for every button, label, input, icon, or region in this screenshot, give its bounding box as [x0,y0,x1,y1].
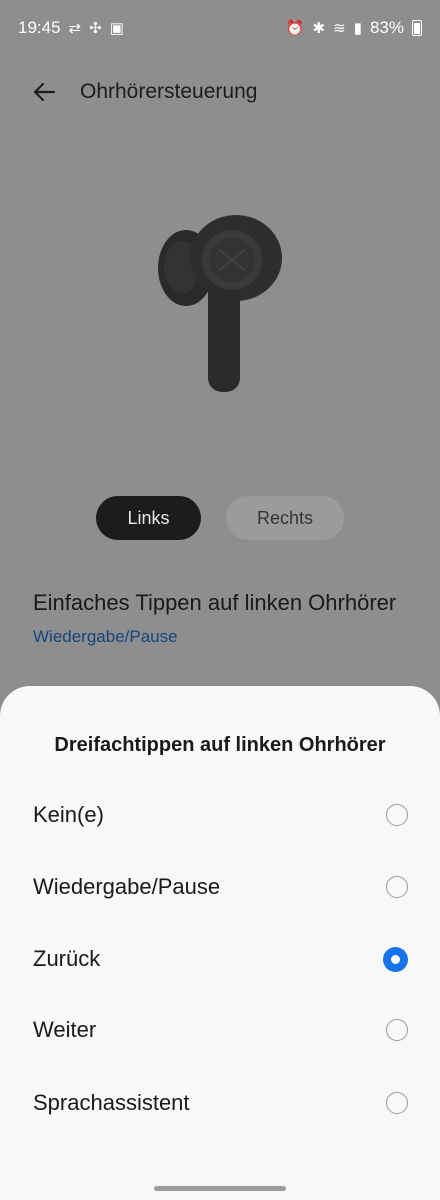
radio-button[interactable] [386,1092,408,1114]
option-back[interactable]: Zurück [0,931,440,987]
arrow-left-icon [33,82,56,102]
tab-left[interactable]: Links [96,496,201,540]
radio-button[interactable] [386,1019,408,1041]
battery-percent: 83% [369,18,404,37]
wifi-icon: ≋ [333,19,346,37]
alarm-icon: ⏰ [285,19,305,37]
signal-icon: ▮ [353,19,362,37]
app-bar: Ohrhörersteuerung [0,62,440,122]
setting-value: Wiedergabe/Pause [33,627,178,646]
option-label: Sprachassistent [33,1090,190,1115]
radio-button-selected[interactable] [383,946,408,972]
sheet-title: Dreifachtippen auf linken Ohrhörer [54,734,386,756]
image-icon: ▣ [109,19,124,37]
bluetooth-icon: ✱ [312,19,326,37]
battery-icon [412,20,422,36]
data-transfer-icon: ⇄ [68,19,82,37]
option-label: Zurück [33,946,101,971]
option-next[interactable]: Weiter [0,1002,440,1058]
option-label: Wiedergabe/Pause [33,874,221,899]
option-label: Kein(e) [33,802,104,827]
page-title: Ohrhörersteuerung [80,80,258,103]
fan-icon: ✣ [89,19,102,37]
back-button[interactable] [20,68,68,116]
radio-button[interactable] [386,804,408,826]
option-voice-assistant[interactable]: Sprachassistent [0,1075,440,1131]
status-time: 19:45 [18,18,61,37]
option-play-pause[interactable]: Wiedergabe/Pause [0,859,440,915]
option-label: Weiter [33,1017,97,1042]
home-indicator[interactable] [154,1186,286,1191]
earbud-side-tabs: Links Rechts [0,496,440,540]
tab-right[interactable]: Rechts [226,496,344,540]
setting-title: Einfaches Tippen auf linken Ohrhörer [33,590,397,615]
radio-button[interactable] [386,876,408,898]
status-right: ⏰ ✱ ≋ ▮ 83% [286,18,422,38]
bottom-sheet: Dreifachtippen auf linken Ohrhörer Kein(… [0,686,440,1200]
status-bar: 19:45 ⇄ ✣ ▣ ⏰ ✱ ≋ ▮ 83% [0,0,440,56]
earbud-image [158,215,282,392]
status-left: 19:45 ⇄ ✣ ▣ [18,18,124,38]
single-tap-setting[interactable]: Einfaches Tippen auf linken Ohrhörer Wie… [33,586,413,647]
option-none[interactable]: Kein(e) [0,787,440,843]
